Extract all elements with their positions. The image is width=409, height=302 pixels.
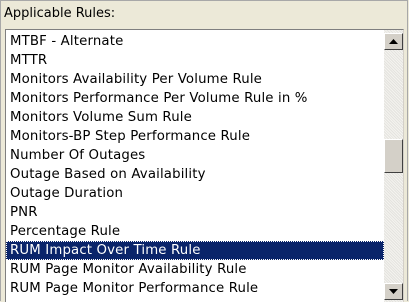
arrow-up-icon	[389, 39, 398, 44]
rule-list-item[interactable]: Monitors Volume Sum Rule	[6, 108, 384, 127]
rule-list-item[interactable]: Outage Based on Availability	[6, 165, 384, 184]
rule-list-item[interactable]: RUM Impact Over Time Rule	[6, 241, 384, 260]
rule-list-item[interactable]: RUM Page Monitor Performance Rule	[6, 279, 384, 298]
scroll-down-button[interactable]	[384, 283, 403, 300]
rule-list-item[interactable]: Number Of Outages	[6, 146, 384, 165]
scroll-up-button[interactable]	[384, 33, 403, 50]
rule-list-item[interactable]: Percentage Rule	[6, 222, 384, 241]
rule-list-item[interactable]: Outage Duration	[6, 184, 384, 203]
rule-list-item[interactable]: Monitors-BP Step Performance Rule	[6, 127, 384, 146]
applicable-rules-panel: Applicable Rules: MTBF - Alternate MTTR Mo…	[0, 0, 409, 302]
rule-list-item[interactable]: Monitors Availability Per Volume Rule	[6, 70, 384, 89]
rule-list-item[interactable]: Monitors Performance Per Volume Rule in …	[6, 89, 384, 108]
rules-list-items: MTBF - Alternate MTTR Monitors Availabilit…	[6, 30, 384, 302]
rule-list-item[interactable]: MTTR	[6, 51, 384, 70]
rule-list-item[interactable]: MTBF - Alternate	[6, 32, 384, 51]
rule-list-item[interactable]: PNR	[6, 203, 384, 222]
scroll-thumb[interactable]	[384, 139, 403, 173]
vertical-scrollbar[interactable]	[384, 30, 403, 302]
arrow-down-icon	[389, 289, 398, 294]
rules-listbox[interactable]: MTBF - Alternate MTTR Monitors Availabilit…	[5, 29, 404, 302]
rule-list-item[interactable]: RUM Page Monitor Availability Rule	[6, 260, 384, 279]
panel-title: Applicable Rules:	[4, 6, 116, 21]
